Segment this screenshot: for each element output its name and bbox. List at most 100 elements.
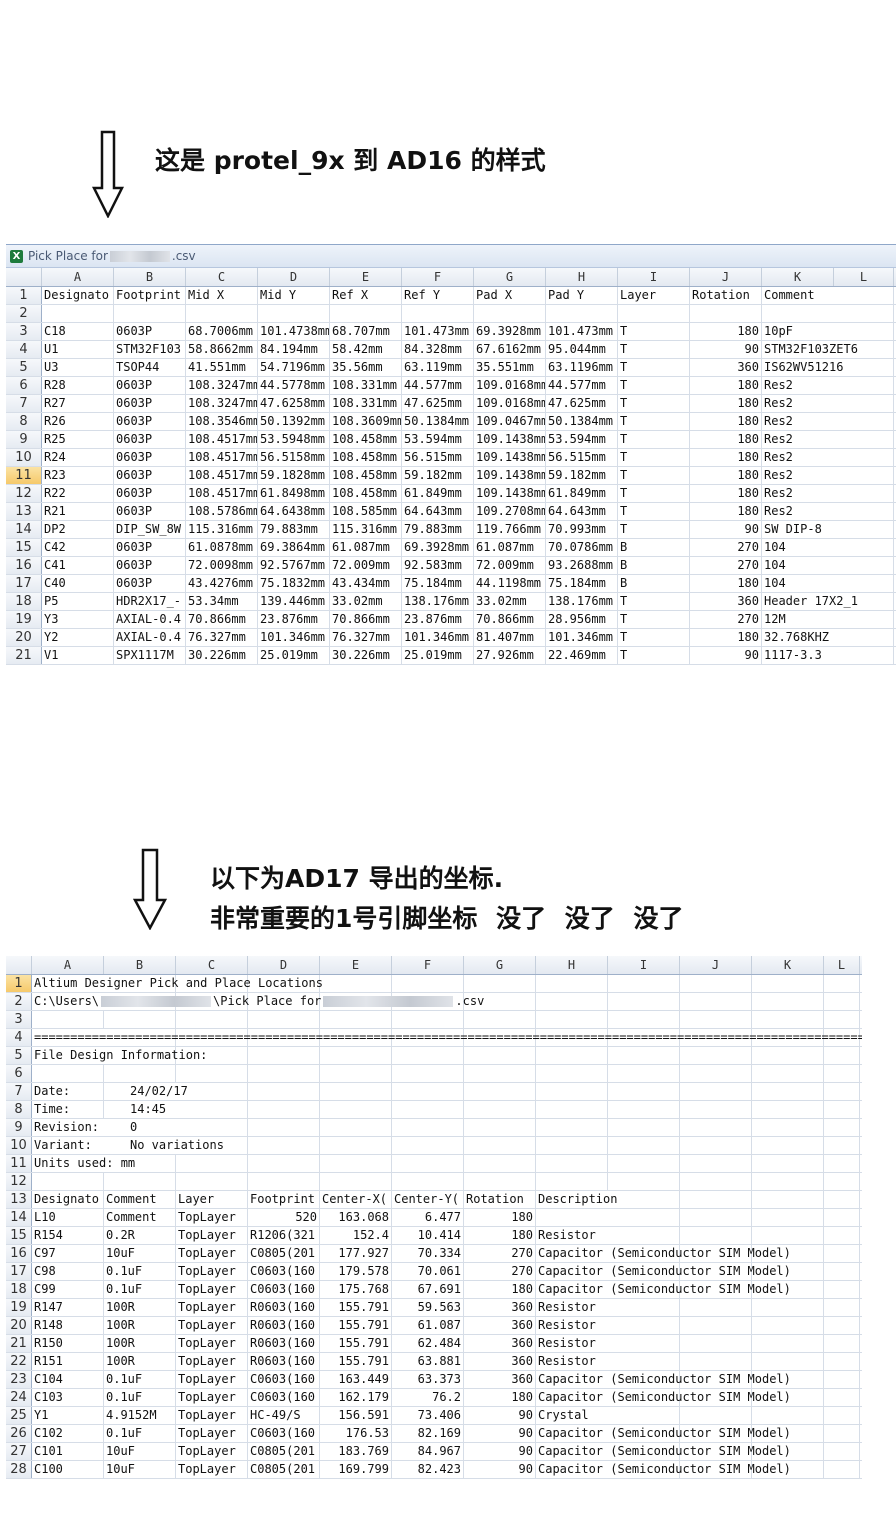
cell-a[interactable]: Designato (42, 287, 114, 304)
column-header-b[interactable]: B (114, 268, 186, 286)
cell-f[interactable]: 92.583mm (402, 557, 474, 574)
column-header-j[interactable]: J (690, 268, 762, 286)
cell-j[interactable] (680, 1047, 752, 1064)
cell-d[interactable]: 44.5778mm (258, 377, 330, 394)
cell-k[interactable] (752, 1119, 824, 1136)
cell-d[interactable]: 59.1828mm (258, 467, 330, 484)
corner-cell[interactable] (6, 268, 42, 286)
cell-l[interactable] (824, 1101, 860, 1118)
cell-k[interactable]: Header 17X2_1 (762, 593, 858, 610)
cell-c[interactable]: Mid X (186, 287, 258, 304)
cell-c[interactable]: TopLayer (176, 1353, 248, 1370)
cell-f[interactable]: 101.346mm (402, 629, 474, 646)
cell-a[interactable]: R21 (42, 503, 114, 520)
cell-l[interactable] (824, 1155, 860, 1172)
cell-a[interactable]: C40 (42, 575, 114, 592)
cell-d[interactable] (258, 305, 330, 322)
cell-i[interactable]: T (618, 413, 690, 430)
cell-a[interactable]: C41 (42, 557, 114, 574)
cell-i[interactable] (608, 1119, 680, 1136)
cell-b[interactable]: 24/02/17 (104, 1083, 188, 1100)
row-header[interactable]: 25 (6, 1407, 32, 1424)
cell-k[interactable]: 104 (762, 539, 834, 556)
cell-h[interactable] (536, 1011, 608, 1028)
cell-e[interactable]: 108.458mm (330, 485, 402, 502)
cell-h[interactable]: Capacitor (Semiconductor SIM Model) (536, 1371, 791, 1388)
cell-j[interactable]: 180 (690, 377, 762, 394)
cell-f[interactable]: 53.594mm (402, 431, 474, 448)
cell-f[interactable]: 6.477 (392, 1209, 464, 1226)
cell-h[interactable]: Capacitor (Semiconductor SIM Model) (536, 1389, 791, 1406)
cell-d[interactable]: 50.1392mm (258, 413, 330, 430)
cell-j[interactable] (680, 1083, 752, 1100)
cell-f[interactable]: 63.881 (392, 1353, 464, 1370)
cell-c[interactable]: 53.34mm (186, 593, 258, 610)
cell-f[interactable] (392, 1119, 464, 1136)
cell-a[interactable]: C101 (32, 1443, 104, 1460)
cell-h[interactable]: 59.182mm (546, 467, 618, 484)
cell-l[interactable] (834, 413, 894, 430)
cell-h[interactable]: Resistor (536, 1317, 608, 1334)
cell-j[interactable]: 180 (690, 413, 762, 430)
cell-h[interactable]: Capacitor (Semiconductor SIM Model) (536, 1461, 791, 1478)
cell-l[interactable] (824, 1137, 860, 1154)
cell-e[interactable]: 155.791 (320, 1317, 392, 1334)
cell-e[interactable]: 163.449 (320, 1371, 392, 1388)
cell-g[interactable] (464, 1119, 536, 1136)
cell-j[interactable]: 90 (690, 647, 762, 664)
cell-l[interactable] (834, 647, 894, 664)
cell-b[interactable]: 10uF (104, 1245, 176, 1262)
cell-k[interactable] (752, 1047, 824, 1064)
cell-f[interactable]: 25.019mm (402, 647, 474, 664)
column-header-f[interactable]: F (402, 268, 474, 286)
cell-j[interactable]: 180 (690, 467, 762, 484)
cell-j[interactable]: 180 (690, 575, 762, 592)
cell-a[interactable]: R148 (32, 1317, 104, 1334)
column-header-b[interactable]: B (104, 956, 176, 974)
cell-l[interactable] (824, 1119, 860, 1136)
cell-k[interactable] (752, 1101, 824, 1118)
cell-a[interactable]: R147 (32, 1299, 104, 1316)
cell-f[interactable]: 61.849mm (402, 485, 474, 502)
cell-k[interactable] (752, 1083, 824, 1100)
cell-b[interactable]: STM32F103 (114, 341, 186, 358)
cell-b[interactable]: 0603P (114, 431, 186, 448)
row-header[interactable]: 27 (6, 1443, 32, 1460)
cell-i[interactable]: T (618, 431, 690, 448)
cell-i[interactable]: T (618, 593, 690, 610)
cell-k[interactable] (752, 1353, 824, 1370)
cell-f[interactable]: 138.176mm (402, 593, 474, 610)
row-header[interactable]: 19 (6, 611, 42, 628)
cell-l[interactable] (834, 485, 894, 502)
cell-g[interactable]: 119.766mm (474, 521, 546, 538)
cell-g[interactable] (464, 975, 536, 992)
cell-c[interactable]: 108.4517mm (186, 485, 258, 502)
cell-d[interactable] (248, 1155, 320, 1172)
cell-a[interactable]: C97 (32, 1245, 104, 1262)
cell-d[interactable] (248, 1101, 320, 1118)
cell-k[interactable]: Res2 (762, 485, 834, 502)
cell-i[interactable] (608, 1335, 680, 1352)
cell-k[interactable]: 104 (762, 557, 834, 574)
cell-j[interactable] (680, 1137, 752, 1154)
row-header[interactable]: 9 (6, 1119, 32, 1136)
row-header[interactable]: 4 (6, 1029, 32, 1046)
row-header[interactable]: 22 (6, 1353, 32, 1370)
cell-c[interactable]: 108.4517mm (186, 431, 258, 448)
cell-k[interactable] (752, 1227, 824, 1244)
cell-g[interactable]: 90 (464, 1425, 536, 1442)
cell-g[interactable]: 44.1198mm (474, 575, 546, 592)
cell-a[interactable]: Y1 (32, 1407, 104, 1424)
cell-d[interactable] (248, 1119, 320, 1136)
cell-a[interactable]: C:\Users\ \Pick Place for .csv (32, 993, 484, 1010)
cell-e[interactable] (320, 1101, 392, 1118)
cell-k[interactable] (752, 1407, 824, 1424)
cell-c[interactable]: 108.4517mm (186, 449, 258, 466)
cell-b[interactable]: SPX1117M (114, 647, 186, 664)
cell-d[interactable] (248, 1065, 320, 1082)
cell-e[interactable]: 108.458mm (330, 431, 402, 448)
cell-e[interactable] (320, 1137, 392, 1154)
cell-e[interactable]: 30.226mm (330, 647, 402, 664)
cell-k[interactable]: Res2 (762, 413, 834, 430)
cell-h[interactable]: Capacitor (Semiconductor SIM Model) (536, 1245, 791, 1262)
